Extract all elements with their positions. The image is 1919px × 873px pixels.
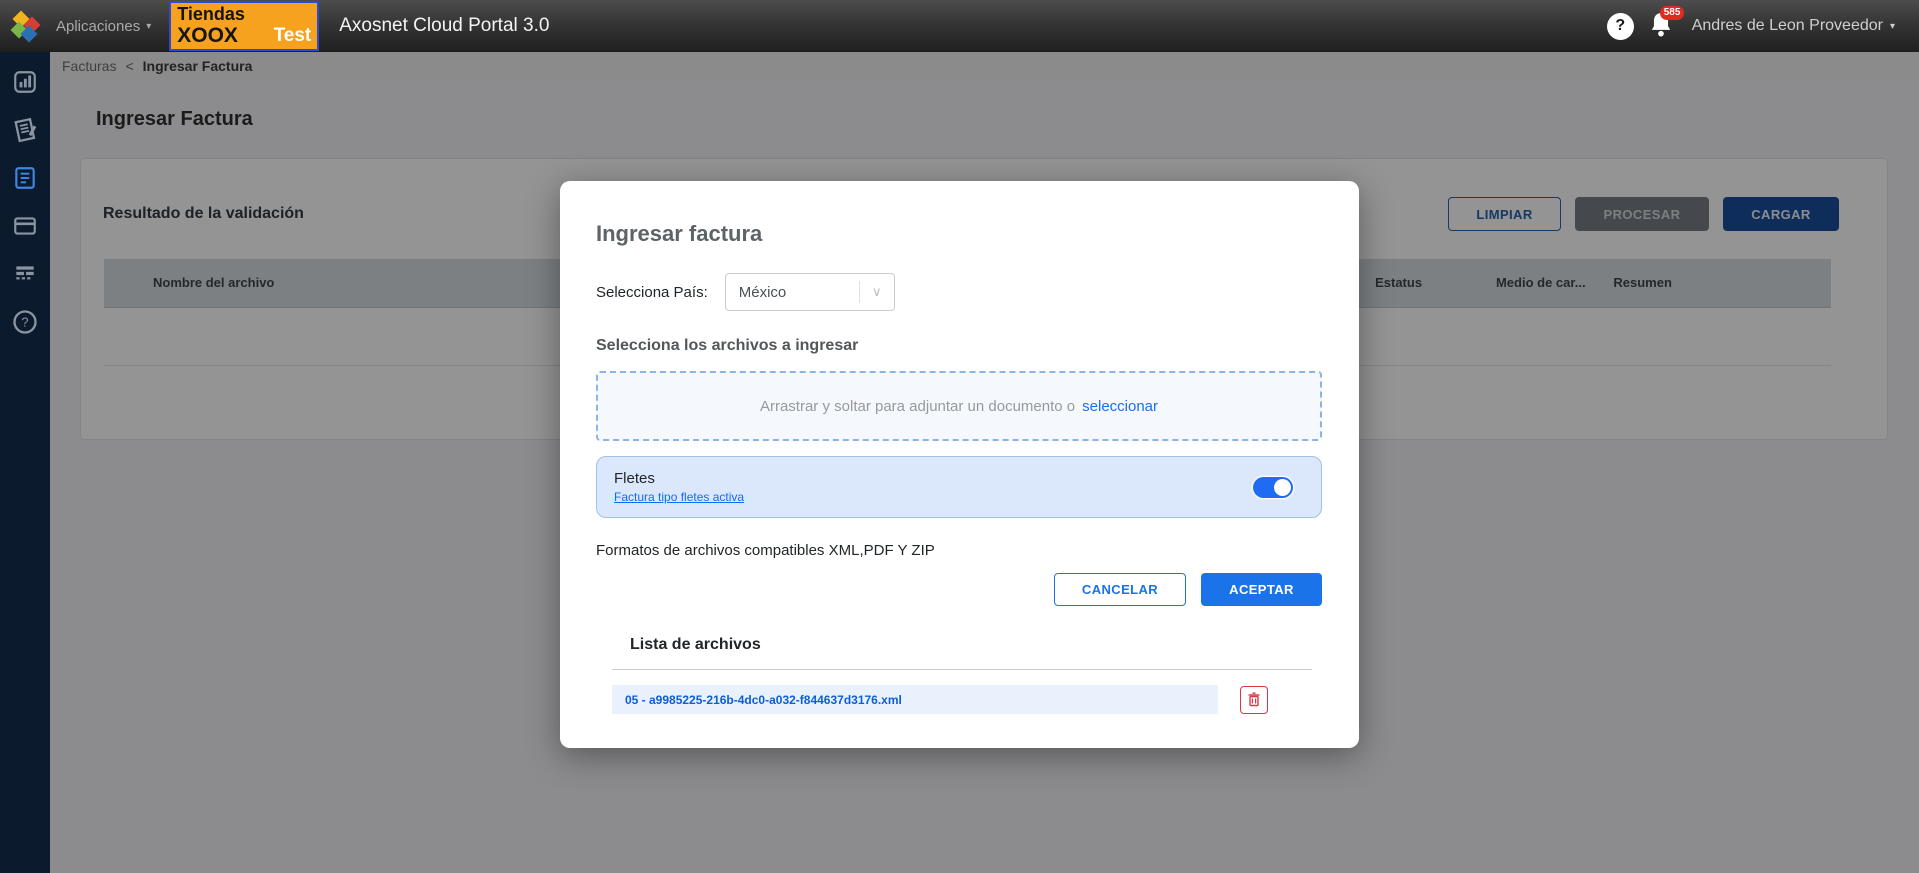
- sidebar-item-ayuda[interactable]: ?: [7, 304, 43, 340]
- notification-badge: 585: [1660, 6, 1685, 20]
- fletes-toggle[interactable]: [1251, 475, 1295, 500]
- delete-file-button[interactable]: [1240, 686, 1268, 714]
- sidebar-item-facturas[interactable]: [7, 160, 43, 196]
- file-row: 05 - a9985225-216b-4dc0-a032-f844637d317…: [612, 685, 1322, 714]
- file-name[interactable]: 05 - a9985225-216b-4dc0-a032-f844637d317…: [612, 685, 1218, 714]
- svg-text:?: ?: [21, 315, 28, 330]
- notifications-button[interactable]: 585: [1648, 10, 1678, 42]
- file-list-divider: [612, 669, 1312, 670]
- chevron-down-icon: ▾: [146, 21, 151, 32]
- aceptar-button[interactable]: ACEPTAR: [1201, 573, 1322, 606]
- file-dropzone[interactable]: Arrastrar y soltar para adjuntar un docu…: [596, 371, 1322, 441]
- dropzone-text: Arrastrar y soltar para adjuntar un docu…: [760, 398, 1075, 415]
- tenant-logo[interactable]: Tiendas XOOX Test: [169, 1, 319, 51]
- clipboard-pencil-icon: [9, 114, 41, 146]
- user-name: Andres de Leon Proveedor: [1692, 17, 1883, 35]
- bar-chart-icon: [12, 69, 38, 95]
- help-button[interactable]: ?: [1607, 13, 1634, 40]
- chevron-down-icon: ∨: [860, 284, 894, 300]
- applications-menu[interactable]: Aplicaciones ▾: [56, 18, 151, 35]
- cancelar-button[interactable]: CANCELAR: [1054, 573, 1186, 606]
- modal-title: Ingresar factura: [596, 221, 1322, 247]
- chevron-down-icon: ▾: [1890, 21, 1895, 32]
- table-rows-icon: [12, 261, 38, 287]
- file-list-title: Lista de archivos: [612, 636, 1322, 654]
- country-selected-value: México: [726, 284, 859, 301]
- app-title: Axosnet Cloud Portal 3.0: [339, 15, 549, 37]
- files-section-title: Selecciona los archivos a ingresar: [596, 337, 1322, 355]
- user-menu[interactable]: Andres de Leon Proveedor ▾: [1692, 17, 1895, 35]
- sidebar-item-pagos[interactable]: [7, 208, 43, 244]
- toggle-knob: [1274, 479, 1291, 496]
- question-mark-icon: ?: [1615, 17, 1625, 35]
- sidebar: ?: [0, 52, 50, 873]
- file-list-section: Lista de archivos 05 - a9985225-216b-4dc…: [612, 636, 1322, 714]
- fletes-link[interactable]: Factura tipo fletes activa: [614, 490, 744, 504]
- toggle-track: [1253, 477, 1293, 498]
- applications-label: Aplicaciones: [56, 18, 140, 35]
- topbar: Aplicaciones ▾ Tiendas XOOX Test Axosnet…: [0, 0, 1919, 52]
- country-label: Selecciona País:: [596, 284, 708, 301]
- tenant-env-badge: Test: [274, 25, 312, 47]
- dropzone-select-link[interactable]: seleccionar: [1082, 398, 1158, 415]
- trash-icon: [1247, 692, 1261, 707]
- document-lines-icon: [12, 165, 38, 191]
- sidebar-item-dashboard[interactable]: [7, 64, 43, 100]
- ingresar-factura-modal: Ingresar factura Selecciona País: México…: [560, 181, 1359, 748]
- tenant-line1: Tiendas: [177, 4, 311, 24]
- axosnet-logo-icon: [12, 11, 42, 41]
- question-circle-icon: ?: [11, 308, 39, 336]
- country-select[interactable]: México ∨: [725, 273, 895, 311]
- formats-text: Formatos de archivos compatibles XML,PDF…: [596, 542, 1322, 559]
- tenant-line2: XOOX: [177, 25, 238, 47]
- fletes-title: Fletes: [614, 470, 744, 487]
- fletes-panel: Fletes Factura tipo fletes activa: [596, 456, 1322, 518]
- sidebar-item-reports[interactable]: [7, 112, 43, 148]
- sidebar-item-catalogos[interactable]: [7, 256, 43, 292]
- credit-card-icon: [12, 213, 38, 239]
